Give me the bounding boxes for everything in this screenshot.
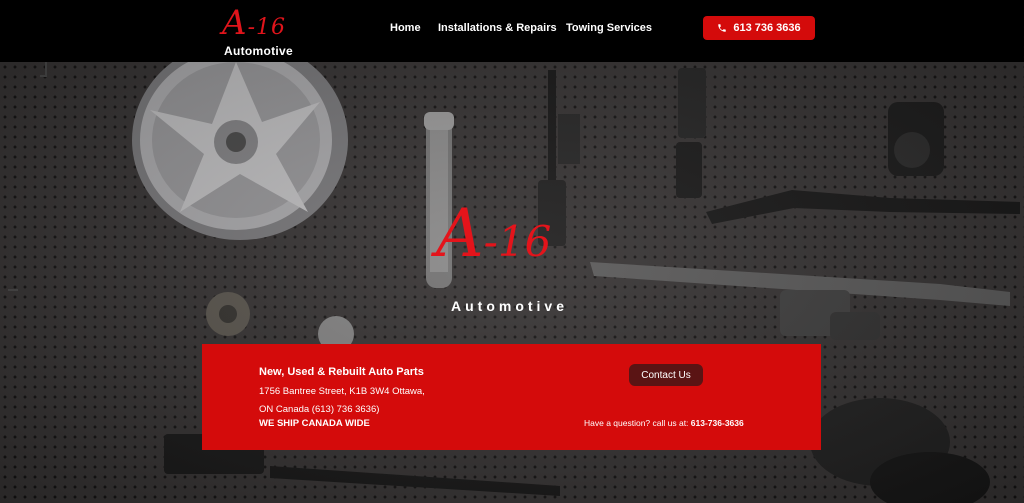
site-header: A-16 Automotive Home Installations & Rep…	[0, 0, 1024, 62]
nav-home[interactable]: Home	[390, 22, 421, 34]
hero-logo-subtitle: Automotive	[451, 298, 568, 314]
wiper-linkage-image	[590, 262, 1010, 340]
cv-axle-image	[810, 398, 990, 503]
address-line-2: ON Canada (613) 736 3636)	[259, 404, 380, 415]
nav-towing-services[interactable]: Towing Services	[566, 22, 652, 34]
question-label: Have a question? call us at:	[584, 418, 691, 428]
logo-subtitle: Automotive	[224, 44, 293, 58]
wiper-arm-image	[706, 190, 1020, 224]
info-panel: New, Used & Rebuilt Auto Parts 1756 Bant…	[202, 344, 821, 450]
info-title: New, Used & Rebuilt Auto Parts	[259, 366, 424, 378]
hero-logo: A-16	[432, 198, 592, 298]
address-line-1: 1756 Bantree Street, K1B 3W4 Ottawa,	[259, 386, 425, 397]
throttle-part-image	[676, 68, 706, 198]
site-logo[interactable]: A-16 Automotive	[222, 4, 294, 60]
hubcap-image	[132, 62, 348, 240]
contact-us-button[interactable]: Contact Us	[629, 364, 703, 386]
nav-installations-repairs[interactable]: Installations & Repairs	[438, 22, 557, 34]
logo-mark: A-16	[222, 3, 286, 43]
question-text: Have a question? call us at: 613-736-363…	[584, 418, 744, 428]
hero-logo-mark: A-16	[436, 195, 552, 272]
shipping-note: WE SHIP CANADA WIDE	[259, 418, 370, 429]
phone-button[interactable]: 613 736 3636	[703, 16, 815, 40]
question-phone-link[interactable]: 613-736-3636	[691, 418, 744, 428]
motor-image	[888, 102, 944, 176]
phone-button-label: 613 736 3636	[733, 22, 801, 34]
phone-icon	[718, 24, 727, 32]
